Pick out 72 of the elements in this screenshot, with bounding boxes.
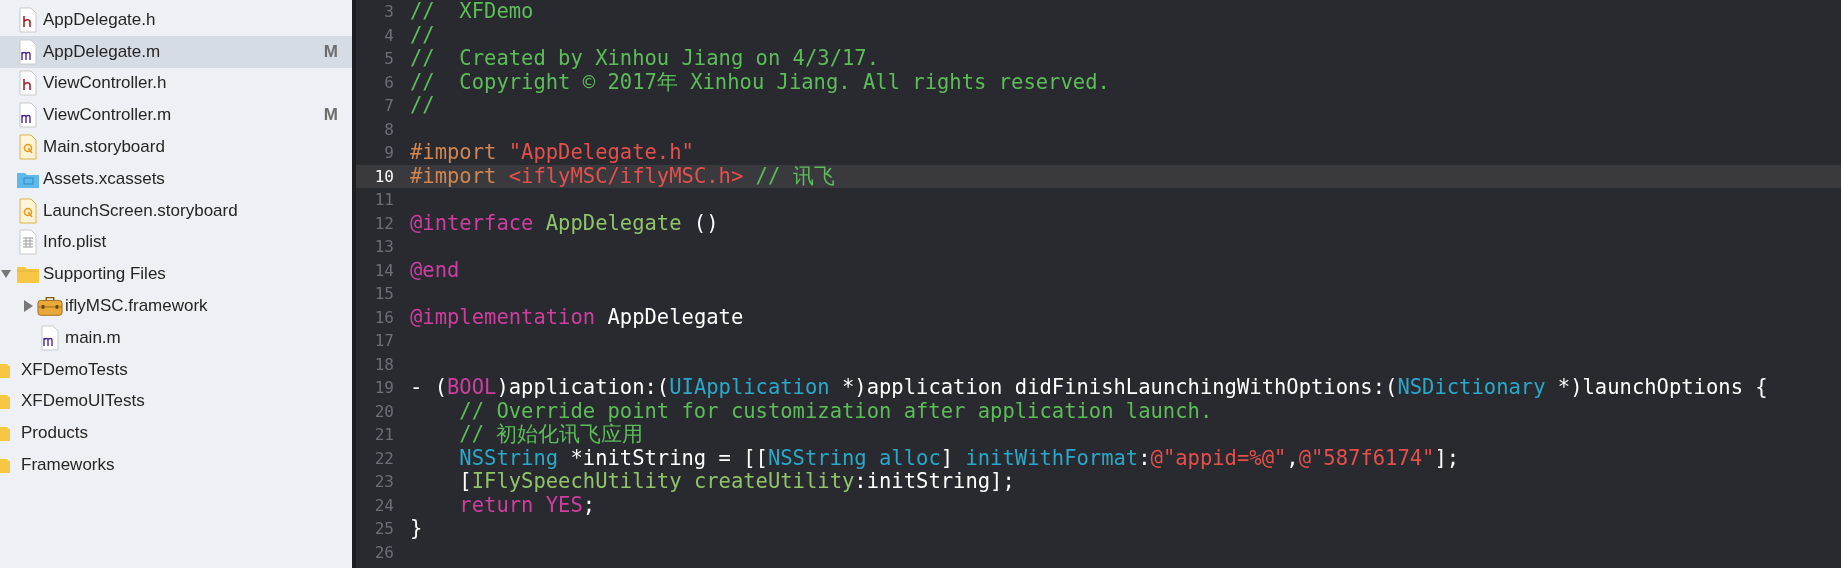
code-line: @interface AppDelegate () — [410, 211, 719, 235]
file-item[interactable]: AppDelegate.m M — [0, 35, 352, 68]
code-line: // Created by Xinhou Jiang on 4/3/17. — [410, 47, 879, 71]
line-number: 9 — [383, 142, 395, 164]
file-item[interactable]: XFDemoTests — [0, 353, 352, 386]
storyboard-file-icon — [19, 134, 37, 161]
storyboard-file-icon — [19, 197, 37, 224]
code-line: @end — [410, 258, 460, 282]
line-number: 22 — [373, 447, 395, 470]
line-number: 4 — [383, 24, 395, 47]
code-line: // — [410, 94, 435, 118]
list-file-icon — [19, 229, 37, 256]
code-line: } — [410, 517, 423, 541]
folder-icon — [0, 456, 10, 475]
code-line: - (BOOL)application:(UIApplication *)application didFinishLaunchingWithOptions:(NSDictionary *)launchOptions { — [410, 376, 1768, 400]
line-number: 3 — [383, 1, 395, 23]
code-line: // 初始化讯飞应用 — [458, 423, 644, 447]
code-line: return YES; — [458, 493, 596, 517]
line-number: 5 — [383, 48, 395, 70]
line-number: 19 — [373, 377, 395, 399]
file-item[interactable]: iflyMSC.framework — [0, 290, 352, 322]
line-number: 16 — [373, 306, 395, 329]
line-number: 15 — [373, 283, 395, 305]
code-line: // — [410, 23, 435, 47]
source-file-icon — [19, 38, 37, 65]
file-item[interactable]: Frameworks — [0, 449, 352, 481]
source-file-icon — [19, 102, 37, 129]
line-number: 26 — [373, 541, 395, 564]
file-item[interactable]: Assets.xcassets — [0, 163, 352, 195]
code-line: @implementation AppDelegate — [410, 305, 744, 329]
line-number: 17 — [373, 330, 395, 352]
file-item[interactable]: Main.storyboard — [0, 131, 352, 163]
line-number: 18 — [373, 353, 395, 376]
modified-status-label: M — [323, 41, 338, 62]
line-number: 11 — [373, 189, 395, 211]
code-line: // Override point for customization after application launch. — [458, 399, 1213, 423]
disclosure-triangle-icon — [23, 300, 33, 313]
line-number: 8 — [383, 118, 395, 141]
file-item[interactable]: Products — [0, 417, 352, 450]
line-number: 23 — [373, 471, 395, 493]
file-item[interactable]: ViewController.m M — [0, 99, 352, 132]
folder-icon — [16, 264, 40, 285]
file-item[interactable]: AppDelegate.h — [0, 4, 352, 36]
file-item[interactable]: ViewController.h — [0, 67, 352, 100]
line-number: 10 — [373, 165, 395, 188]
source-file-icon — [41, 324, 59, 351]
code-line: [IFlySpeechUtility createUtility:initString]; — [458, 470, 1015, 494]
toolbox-icon — [37, 295, 63, 318]
header-file-icon — [19, 70, 37, 97]
file-item[interactable]: LaunchScreen.storyboard — [0, 194, 352, 227]
code-line: // XFDemo — [410, 0, 534, 24]
line-number: 14 — [373, 259, 395, 282]
file-item[interactable]: main.m — [0, 321, 352, 354]
line-number: 12 — [373, 212, 395, 235]
header-file-icon — [19, 6, 37, 33]
line-number: 20 — [373, 400, 395, 423]
modified-status-label: M — [323, 105, 338, 126]
line-number: 6 — [383, 71, 395, 94]
line-number: 25 — [373, 518, 395, 540]
folder-icon — [0, 392, 10, 411]
file-item[interactable]: Info.plist — [0, 226, 352, 259]
code-line: NSString *initString = [[NSString alloc] initWithFormat:@"appid=%@",@"587f6174"]; — [458, 446, 1460, 470]
file-item[interactable]: Supporting Files — [0, 258, 352, 291]
code-line: // Copyright © 2017年 Xinhou Jiang. All rights reserved. — [410, 70, 1110, 94]
line-number: 7 — [383, 95, 395, 117]
line-number: 13 — [373, 236, 395, 258]
code-line: #import <iflyMSC/iflyMSC.h> // 讯飞 — [410, 164, 835, 188]
code-line: #import "AppDelegate.h" — [410, 141, 694, 165]
folder-icon — [0, 424, 10, 443]
line-number: 24 — [373, 494, 395, 517]
line-number: 21 — [373, 424, 395, 446]
file-item[interactable]: XFDemoUITests — [0, 385, 352, 418]
